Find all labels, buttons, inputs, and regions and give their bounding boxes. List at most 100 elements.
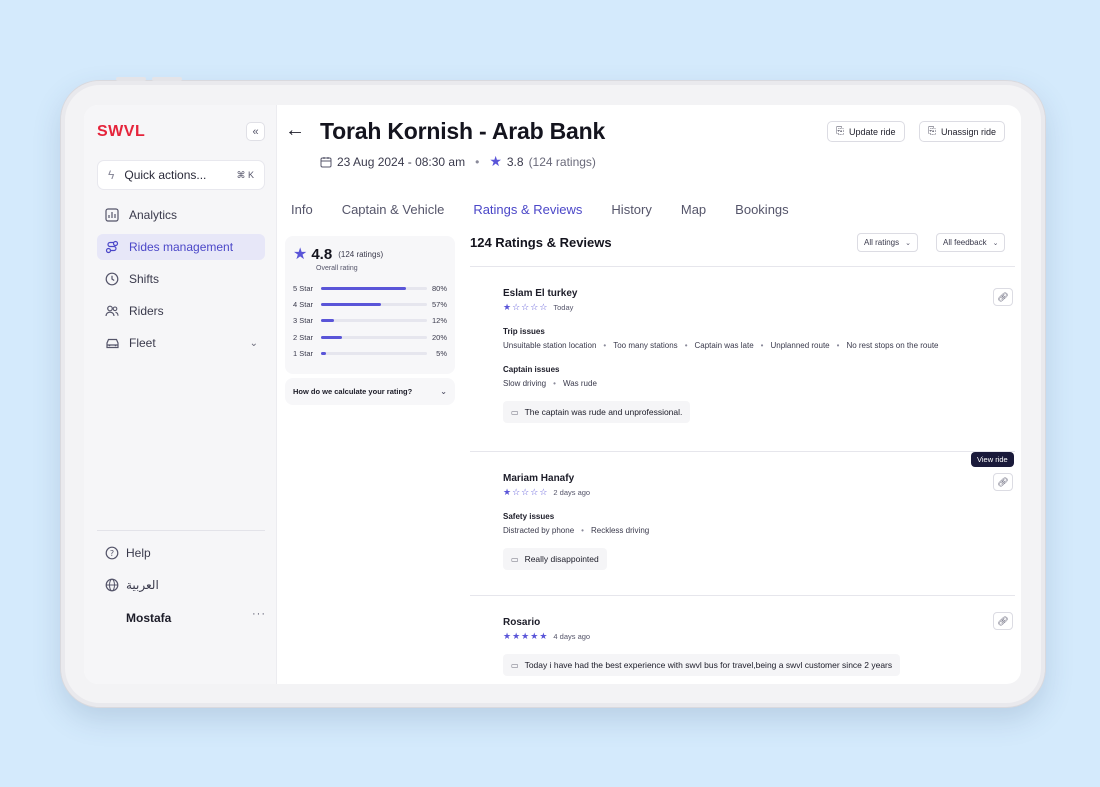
route-icon bbox=[104, 239, 120, 255]
rating-bar-percent: 5% bbox=[436, 349, 447, 359]
chevron-down-icon: ⌄ bbox=[905, 239, 911, 247]
rating-bar-fill bbox=[321, 303, 382, 307]
divider bbox=[470, 451, 1015, 452]
unassign-ride-label: Unassign ride bbox=[941, 126, 997, 137]
divider bbox=[470, 266, 1015, 267]
review-stars: ★☆☆☆☆ 2 days ago bbox=[503, 487, 649, 498]
rating-bar-fill bbox=[321, 335, 343, 339]
sidebar-item-label: Fleet bbox=[129, 336, 156, 350]
sidebar-item-label: Riders bbox=[129, 304, 164, 318]
link-icon[interactable]: 🔗︎ bbox=[993, 612, 1013, 630]
issue-tag: Too many stations bbox=[613, 341, 678, 350]
review-item: Eslam El turkey ★☆☆☆☆ Today Trip issues … bbox=[503, 288, 939, 423]
issue-tag: Reckless driving bbox=[590, 526, 650, 535]
rating-bar-row: 1 Star 5% bbox=[293, 346, 447, 362]
car-icon bbox=[104, 335, 120, 351]
rating-bar-track bbox=[321, 319, 427, 323]
rating-bar-label: 5 Star bbox=[293, 283, 314, 293]
issue-list: Slow driving • Was rude bbox=[503, 379, 939, 388]
back-arrow-icon[interactable]: ← bbox=[285, 119, 305, 142]
feedback-filter[interactable]: All feedback ⌄ bbox=[936, 233, 1006, 252]
rating-summary-card: ★ 4.8 (124 ratings) Overall rating 5 Sta… bbox=[285, 236, 455, 374]
analytics-icon bbox=[104, 207, 120, 223]
star-filled-icon: ★ bbox=[503, 487, 512, 497]
sidebar-item-shifts[interactable]: Shifts bbox=[97, 266, 265, 292]
rating-bar-row: 2 Star 20% bbox=[293, 329, 447, 345]
separator-dot: • bbox=[581, 526, 584, 535]
issue-tag: Unplanned route bbox=[770, 341, 830, 350]
issue-section-title: Safety issues bbox=[503, 512, 555, 521]
separator-dot: • bbox=[760, 341, 764, 350]
help-link[interactable]: ? Help bbox=[104, 545, 151, 561]
separator-dot: • bbox=[475, 154, 480, 169]
star-filled-icon: ★ bbox=[539, 631, 548, 641]
edit-route-icon: ⎘ bbox=[836, 126, 844, 137]
app-screen: SWVL « ϟ Quick actions... ⌘ K Analytics … bbox=[84, 105, 1021, 684]
tab-ratings-reviews[interactable]: Ratings & Reviews bbox=[473, 202, 582, 217]
clock-icon bbox=[104, 271, 120, 287]
tab-info[interactable]: Info bbox=[291, 202, 313, 217]
sidebar-nav: Analytics Rides management Shifts Riders bbox=[97, 202, 265, 362]
star-empty-icon: ☆ bbox=[530, 487, 539, 497]
sidebar-item-riders[interactable]: Riders bbox=[97, 298, 265, 324]
review-item: Mariam Hanafy ★☆☆☆☆ 2 days ago Safety is… bbox=[503, 473, 649, 570]
rating-calc-accordion[interactable]: How do we calculate your rating? ⌄ bbox=[285, 378, 455, 405]
quick-actions-button[interactable]: ϟ Quick actions... ⌘ K bbox=[97, 160, 265, 190]
star-empty-icon: ☆ bbox=[521, 487, 530, 497]
page-title: Torah Kornish - Arab Bank bbox=[320, 118, 606, 144]
feedback-filter-value: All feedback bbox=[943, 238, 987, 247]
link-icon[interactable]: 🔗︎ bbox=[993, 288, 1013, 306]
ratings-filter-value: All ratings bbox=[864, 238, 900, 247]
user-more-button[interactable]: ··· bbox=[252, 608, 266, 620]
issue-section-title: Captain issues bbox=[503, 365, 560, 374]
rating-bar-row: 3 Star 12% bbox=[293, 313, 447, 329]
globe-icon bbox=[104, 577, 120, 593]
star-rating: ★★★★★ bbox=[503, 631, 548, 642]
review-stars: ★☆☆☆☆ Today bbox=[503, 302, 939, 313]
rating-bar-percent: 80% bbox=[431, 283, 447, 293]
bolt-icon: ϟ bbox=[108, 168, 115, 182]
review-time: Today bbox=[553, 303, 574, 312]
ride-meta: 23 Aug 2024 - 08:30 am • ★ 3.8 (124 rati… bbox=[320, 153, 596, 170]
reviews-heading: 124 Ratings & Reviews bbox=[470, 235, 612, 250]
tablet-side-button bbox=[152, 77, 182, 81]
swvl-logo: SWVL bbox=[97, 123, 146, 140]
overall-count: (124 ratings) bbox=[338, 249, 384, 259]
update-ride-button[interactable]: ⎘ Update ride bbox=[827, 121, 905, 142]
star-filled-icon: ★ bbox=[521, 631, 530, 641]
language-switch[interactable]: العربية bbox=[104, 577, 159, 593]
ratings-filter[interactable]: All ratings ⌄ bbox=[857, 233, 918, 252]
user-name[interactable]: Mostafa bbox=[126, 611, 171, 625]
ride-rating-count: (124 ratings) bbox=[528, 154, 596, 169]
update-ride-label: Update ride bbox=[849, 126, 896, 137]
tab-history[interactable]: History bbox=[611, 202, 651, 217]
review-time: 2 days ago bbox=[553, 488, 591, 497]
sidebar-item-analytics[interactable]: Analytics bbox=[97, 202, 265, 228]
link-icon[interactable]: 🔗︎ bbox=[993, 473, 1013, 491]
sidebar-item-fleet[interactable]: Fleet ⌄ bbox=[97, 330, 265, 356]
rating-bar-label: 3 Star bbox=[293, 316, 314, 326]
reviewer-name: Rosario bbox=[503, 617, 541, 628]
review-stars: ★★★★★ 4 days ago bbox=[503, 631, 900, 642]
tab-bookings[interactable]: Bookings bbox=[735, 202, 788, 217]
unassign-icon: ⎘ bbox=[928, 126, 936, 137]
collapse-sidebar-button[interactable]: « bbox=[246, 122, 265, 141]
unassign-ride-button[interactable]: ⎘ Unassign ride bbox=[919, 121, 1006, 142]
review-comment: ▭ The captain was rude and unprofessiona… bbox=[503, 401, 691, 423]
star-empty-icon: ☆ bbox=[512, 302, 521, 312]
comment-icon: ▭ bbox=[511, 407, 519, 417]
star-icon: ★ bbox=[293, 246, 308, 263]
rating-bar-fill bbox=[321, 286, 406, 290]
rating-bar-label: 2 Star bbox=[293, 332, 314, 342]
sidebar-item-rides-management[interactable]: Rides management bbox=[97, 234, 265, 260]
help-icon: ? bbox=[104, 545, 120, 561]
tab-map[interactable]: Map bbox=[681, 202, 706, 217]
calendar-icon bbox=[320, 156, 332, 168]
star-empty-icon: ☆ bbox=[539, 487, 548, 497]
help-label: Help bbox=[126, 546, 151, 560]
issue-list: Distracted by phone • Reckless driving bbox=[503, 526, 649, 535]
issue-tag: Unsuitable station location bbox=[503, 341, 597, 350]
rating-bar-track bbox=[321, 286, 427, 290]
tab-captain-vehicle[interactable]: Captain & Vehicle bbox=[342, 202, 445, 217]
tab-bar: Info Captain & Vehicle Ratings & Reviews… bbox=[291, 202, 818, 217]
